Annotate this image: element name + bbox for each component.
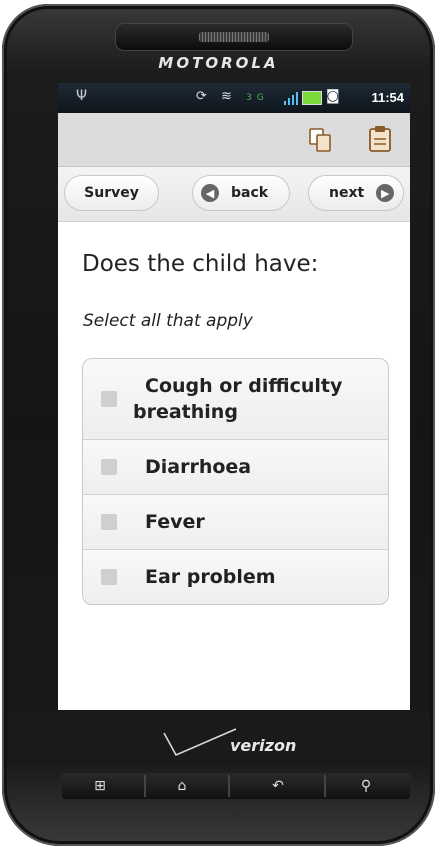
divider: [228, 775, 230, 797]
alarm-icon: ◙: [326, 88, 340, 104]
option-fever[interactable]: Fever: [83, 494, 388, 549]
status-bar: Ψ ⟳ ≋ 3G ◙ 11:54: [58, 83, 410, 113]
screen: Ψ ⟳ ≋ 3G ◙ 11:54 Survey ◀ back next ▶ Do…: [58, 83, 410, 710]
home-icon[interactable]: ⌂: [162, 776, 202, 796]
checkbox[interactable]: [101, 391, 117, 407]
divider: [144, 775, 146, 797]
next-button-label: next: [329, 185, 365, 201]
option-label: Diarrhoea: [145, 456, 252, 478]
checkbox[interactable]: [101, 569, 117, 585]
option-label: Fever: [145, 511, 205, 533]
option-diarrhoea[interactable]: Diarrhoea: [83, 439, 388, 494]
device-brand: MOTOROLA: [158, 54, 279, 72]
option-label: Cough or difficulty breathing: [133, 375, 343, 423]
signal-icon: [284, 91, 298, 105]
usb-icon: Ψ: [76, 88, 88, 104]
survey-button[interactable]: Survey: [64, 175, 159, 211]
menu-icon[interactable]: ⊞: [80, 776, 120, 796]
action-bar: [58, 113, 410, 167]
options-list: Cough or difficulty breathing Diarrhoea …: [82, 358, 389, 605]
back-button-label: back: [231, 185, 269, 201]
battery-icon: [302, 91, 322, 105]
next-button[interactable]: next ▶: [308, 175, 404, 211]
nav-bar: Survey ◀ back next ▶: [58, 167, 410, 222]
chevron-left-icon: ◀: [201, 184, 219, 202]
speaker-grille: [199, 32, 269, 42]
question-hint: Select all that apply: [83, 311, 253, 331]
divider: [324, 775, 326, 797]
checkbox[interactable]: [101, 514, 117, 530]
clipboard-icon[interactable]: [368, 125, 392, 153]
chevron-right-icon: ▶: [376, 184, 395, 202]
question-text: Does the child have:: [82, 251, 319, 277]
survey-button-label: Survey: [84, 185, 139, 201]
status-time: 11:54: [371, 90, 404, 105]
hardware-keys: ⊞ ⌂ ↶ ⚲: [62, 773, 410, 799]
search-icon[interactable]: ⚲: [346, 776, 386, 796]
carrier-logo: verizon: [230, 736, 297, 755]
verizon-logo-swoosh: [163, 728, 237, 757]
option-cough[interactable]: Cough or difficulty breathing: [83, 359, 388, 439]
option-label: Ear problem: [145, 566, 276, 588]
option-ear-problem[interactable]: Ear problem: [83, 549, 388, 604]
sensor-dot: [232, 812, 238, 818]
back-icon[interactable]: ↶: [258, 776, 298, 796]
sync-vibrate-3g-icons: ⟳ ≋ 3G: [196, 89, 269, 104]
checkbox[interactable]: [101, 459, 117, 475]
back-button[interactable]: ◀ back: [192, 175, 290, 211]
copy-icon[interactable]: [308, 127, 332, 153]
network-type: 3G: [246, 93, 269, 103]
